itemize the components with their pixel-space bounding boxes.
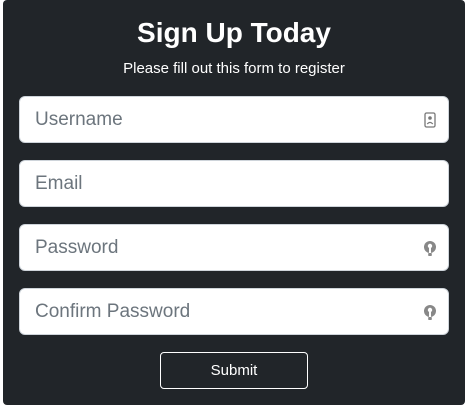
contact-card-icon [422,111,438,129]
form-subtitle: Please fill out this form to register [123,60,345,77]
password-input[interactable] [20,225,448,270]
username-field-wrapper [19,96,449,143]
confirm-password-field-wrapper [19,288,449,335]
confirm-password-input[interactable] [20,289,448,334]
email-input[interactable] [20,161,448,206]
submit-button[interactable]: Submit [160,352,308,389]
password-key-icon [422,239,438,257]
password-key-icon [422,303,438,321]
form-title: Sign Up Today [137,17,331,48]
password-field-wrapper [19,224,449,271]
email-field-wrapper [19,160,449,207]
username-input[interactable] [20,97,448,142]
signup-form-panel: Sign Up Today Please fill out this form … [3,0,465,405]
